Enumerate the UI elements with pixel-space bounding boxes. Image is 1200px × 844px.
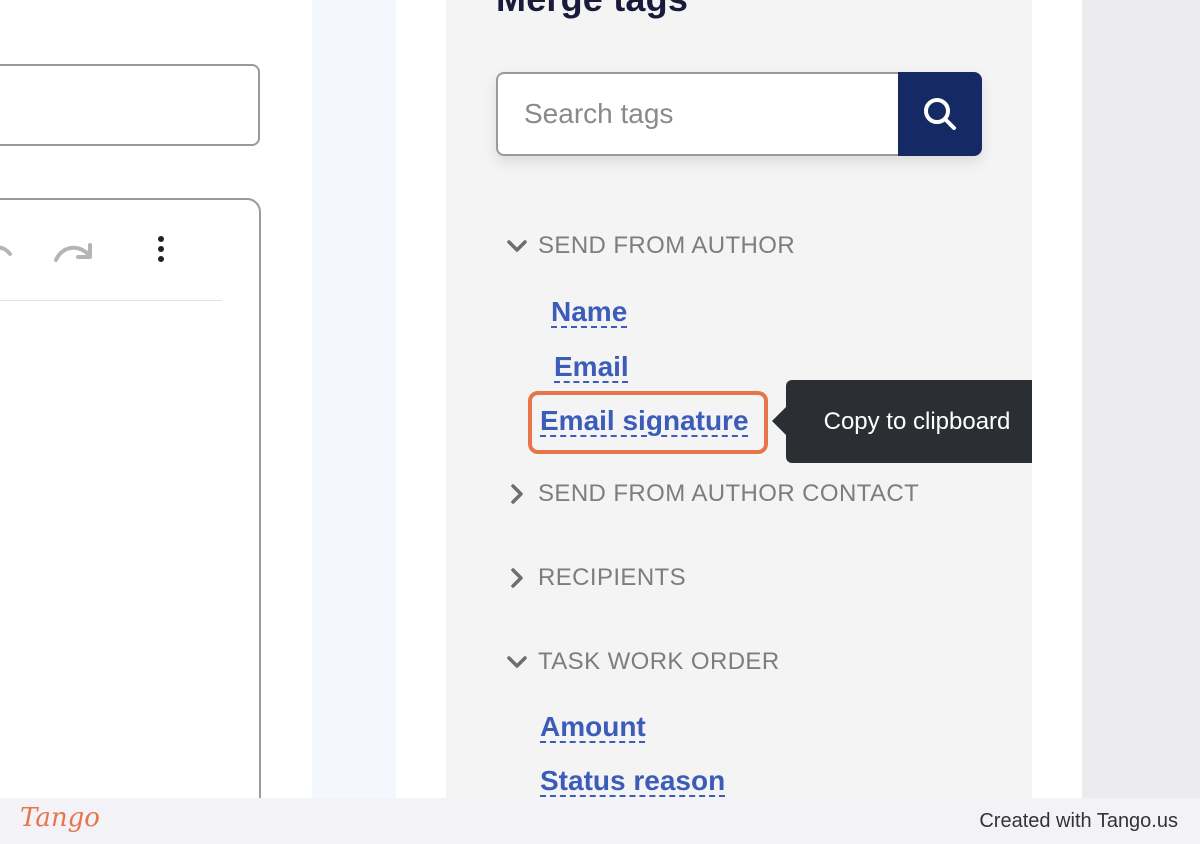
section-label: SEND FROM AUTHOR <box>538 232 796 259</box>
copy-tooltip: Copy to clipboard <box>772 380 1048 463</box>
subject-input[interactable] <box>0 64 260 146</box>
tag-amount[interactable]: Amount <box>540 711 646 743</box>
chevron-right-icon <box>511 568 523 588</box>
redo-icon[interactable] <box>52 240 96 266</box>
chevron-right-icon <box>511 484 523 504</box>
panel-title: Merge tags <box>496 0 688 20</box>
undo-icon[interactable] <box>0 240 14 266</box>
footer-credit: Created with Tango.us <box>979 810 1178 832</box>
chevron-down-icon <box>507 240 527 252</box>
more-options-icon[interactable] <box>154 236 168 270</box>
chevron-down-icon <box>507 656 527 668</box>
tango-logo: Tango <box>20 803 100 833</box>
editor-pane <box>0 0 312 838</box>
panel-right-gutter <box>1032 0 1082 800</box>
tag-status-reason[interactable]: Status reason <box>540 765 725 797</box>
search-input[interactable] <box>496 72 900 156</box>
panel-gutter <box>396 0 446 800</box>
search-button[interactable] <box>898 72 982 156</box>
merge-tags-panel: Merge tags SEND FROM AUTHOR Name Email E… <box>446 0 1048 800</box>
tooltip-arrow <box>772 407 786 435</box>
toolbar-divider <box>0 300 222 301</box>
tooltip-text: Copy to clipboard <box>823 407 1011 435</box>
tag-name[interactable]: Name <box>551 296 627 328</box>
tag-email[interactable]: Email <box>554 351 629 383</box>
section-label: SEND FROM AUTHOR CONTACT <box>538 480 920 507</box>
search-bar <box>496 72 982 156</box>
section-label: TASK WORK ORDER <box>538 648 780 675</box>
background-strip <box>312 0 396 800</box>
footer: Tango Created with Tango.us <box>0 798 1200 844</box>
rich-text-editor[interactable] <box>0 198 261 838</box>
tag-email-signature[interactable]: Email signature <box>540 405 749 437</box>
section-recipients[interactable]: RECIPIENTS <box>506 564 686 592</box>
search-icon <box>924 98 956 130</box>
scroll-area-background <box>1082 0 1200 800</box>
section-send-from-author[interactable]: SEND FROM AUTHOR <box>506 232 795 260</box>
section-send-from-author-contact[interactable]: SEND FROM AUTHOR CONTACT <box>506 480 919 508</box>
section-task-work-order[interactable]: TASK WORK ORDER <box>506 648 780 676</box>
section-label: RECIPIENTS <box>538 564 687 591</box>
